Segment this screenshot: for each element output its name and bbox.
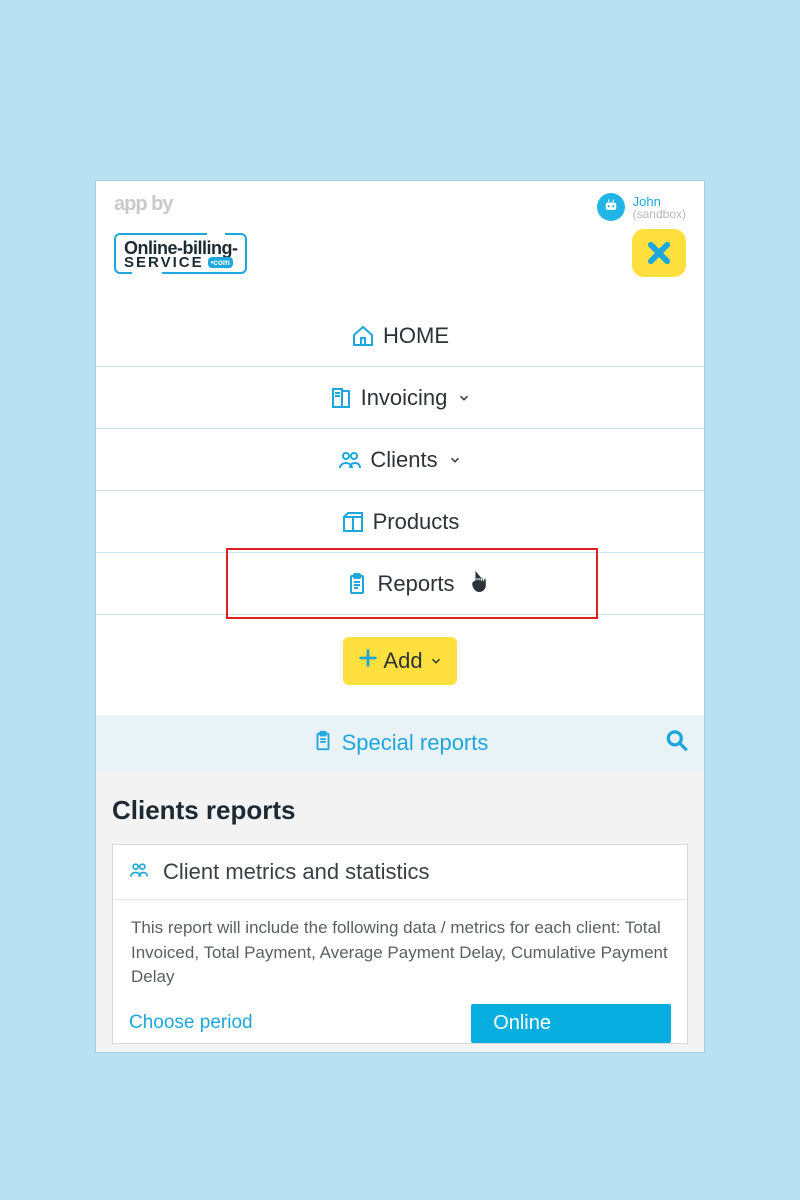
add-label: Add <box>383 648 422 674</box>
chevron-down-icon <box>448 447 462 473</box>
add-button[interactable]: Add <box>343 637 456 685</box>
user-name: John <box>633 195 686 208</box>
nav-item-reports[interactable]: Reports <box>96 553 704 615</box>
search-icon <box>664 728 690 754</box>
invoice-icon <box>329 386 353 410</box>
logo-row: Online-billing- service •com <box>96 225 704 287</box>
main-nav: HOME Invoicing Clients <box>96 305 704 615</box>
online-button[interactable]: Online <box>471 1004 671 1043</box>
nav-label-invoicing: Invoicing <box>361 385 448 411</box>
nav-item-home[interactable]: HOME <box>96 305 704 367</box>
nav-label-clients: Clients <box>370 447 437 473</box>
special-reports-strip[interactable]: Special reports <box>96 715 704 771</box>
main-content: Clients reports Client metrics and stati… <box>96 771 704 1053</box>
report-card-client-metrics: Client metrics and statistics This repor… <box>112 844 688 1044</box>
plus-icon <box>357 647 379 675</box>
chevron-down-icon <box>429 648 443 674</box>
user-sub: (sandbox) <box>633 208 686 220</box>
app-window: app by John (sandbox) Online-billing- <box>95 180 705 1053</box>
close-icon <box>645 239 673 267</box>
report-card-body: This report will include the following d… <box>113 900 687 998</box>
clipboard-icon <box>345 572 369 596</box>
pointer-cursor-icon <box>466 569 492 601</box>
products-icon <box>341 510 365 534</box>
special-reports-label: Special reports <box>342 730 489 756</box>
add-row: Add <box>96 615 704 715</box>
logo[interactable]: Online-billing- service •com <box>114 233 247 274</box>
user-text: John (sandbox) <box>633 195 686 220</box>
clipboard-icon <box>312 730 334 757</box>
avatar-icon <box>602 198 620 216</box>
topbar: app by John (sandbox) <box>96 181 704 225</box>
nav-item-products[interactable]: Products <box>96 491 704 553</box>
clients-icon <box>129 860 149 885</box>
nav-label-home: HOME <box>383 323 449 349</box>
logo-dotcom: •com <box>208 257 233 268</box>
page-title: Clients reports <box>112 795 688 826</box>
report-card-footer: Choose period Online <box>113 998 687 1043</box>
app-by-label: app by <box>114 193 172 221</box>
choose-period-link[interactable]: Choose period <box>129 1012 253 1034</box>
user-badge[interactable]: John (sandbox) <box>597 193 686 221</box>
search-button[interactable] <box>664 728 690 759</box>
report-card-title: Client metrics and statistics <box>163 859 430 885</box>
home-icon <box>351 324 375 348</box>
nav-item-clients[interactable]: Clients <box>96 429 704 491</box>
nav-item-invoicing[interactable]: Invoicing <box>96 367 704 429</box>
clients-icon <box>338 448 362 472</box>
avatar <box>597 193 625 221</box>
nav-label-reports: Reports <box>377 571 454 597</box>
report-card-header[interactable]: Client metrics and statistics <box>113 845 687 900</box>
nav-label-products: Products <box>373 509 460 535</box>
close-button[interactable] <box>632 229 686 277</box>
chevron-down-icon <box>457 385 471 411</box>
logo-line2: service <box>124 255 204 270</box>
